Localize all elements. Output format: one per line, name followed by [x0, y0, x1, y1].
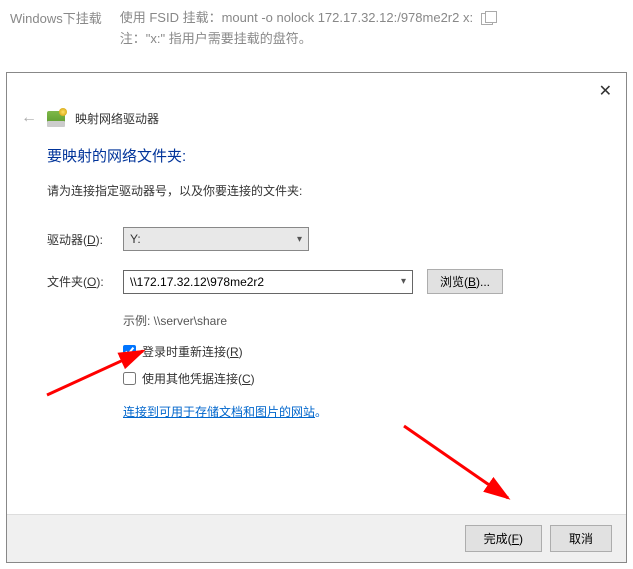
storage-website-link[interactable]: 连接到可用于存储文档和图片的网站。 [123, 403, 327, 420]
mount-command-text: 使用 FSID 挂载：mount -o nolock 172.17.32.12:… [120, 8, 623, 50]
browse-button[interactable]: 浏览(B)... [427, 269, 503, 294]
drive-label: 驱动器(D): [47, 231, 123, 248]
folder-input-wrapper[interactable]: ▾ [123, 270, 413, 294]
folder-row: 文件夹(O): ▾ 浏览(B)... [47, 269, 586, 294]
folder-label: 文件夹(O): [47, 273, 123, 290]
chevron-down-icon[interactable]: ▾ [401, 276, 406, 287]
other-credentials-checkbox[interactable] [123, 372, 136, 385]
dialog-content: 要映射的网络文件夹: 请为连接指定驱动器号，以及你要连接的文件夹: 驱动器(D)… [7, 137, 626, 430]
network-drive-icon [47, 111, 65, 125]
mount-section-label: Windows下挂载 [10, 8, 102, 50]
top-instructions: Windows下挂载 使用 FSID 挂载：mount -o nolock 17… [0, 0, 633, 70]
reconnect-checkbox[interactable] [123, 345, 136, 358]
finish-button[interactable]: 完成(F) [465, 525, 542, 552]
mount-line1: 使用 FSID 挂载：mount -o nolock 172.17.32.12:… [120, 10, 473, 25]
drive-row: 驱动器(D): Y: ▾ [47, 227, 586, 251]
heading: 要映射的网络文件夹: [47, 145, 586, 166]
other-credentials-label[interactable]: 使用其他凭据连接(C) [142, 370, 255, 387]
reconnect-label[interactable]: 登录时重新连接(R) [142, 343, 243, 360]
other-credentials-checkbox-row: 使用其他凭据连接(C) [123, 370, 586, 387]
cancel-button[interactable]: 取消 [550, 525, 612, 552]
copy-icon[interactable] [481, 13, 493, 25]
back-arrow-icon[interactable]: ← [21, 109, 37, 127]
storage-link-row: 连接到可用于存储文档和图片的网站。 [123, 397, 586, 420]
chevron-down-icon: ▾ [297, 234, 302, 245]
dialog-footer: 完成(F) 取消 [7, 514, 626, 562]
example-text: 示例: \\server\share [123, 312, 586, 329]
close-icon[interactable]: ✕ [599, 81, 612, 101]
folder-input[interactable] [130, 275, 401, 289]
instruction-text: 请为连接指定驱动器号，以及你要连接的文件夹: [47, 182, 586, 199]
drive-select[interactable]: Y: ▾ [123, 227, 309, 251]
map-network-drive-dialog: ✕ ← 映射网络驱动器 要映射的网络文件夹: 请为连接指定驱动器号，以及你要连接… [6, 72, 627, 563]
mount-line2: 注："x:" 指用户需要挂载的盘符。 [120, 31, 312, 46]
dialog-header: ← 映射网络驱动器 [7, 73, 626, 137]
reconnect-checkbox-row: 登录时重新连接(R) [123, 343, 586, 360]
annotation-arrow-icon [398, 420, 528, 510]
dialog-title: 映射网络驱动器 [75, 110, 159, 127]
drive-value: Y: [130, 232, 141, 246]
